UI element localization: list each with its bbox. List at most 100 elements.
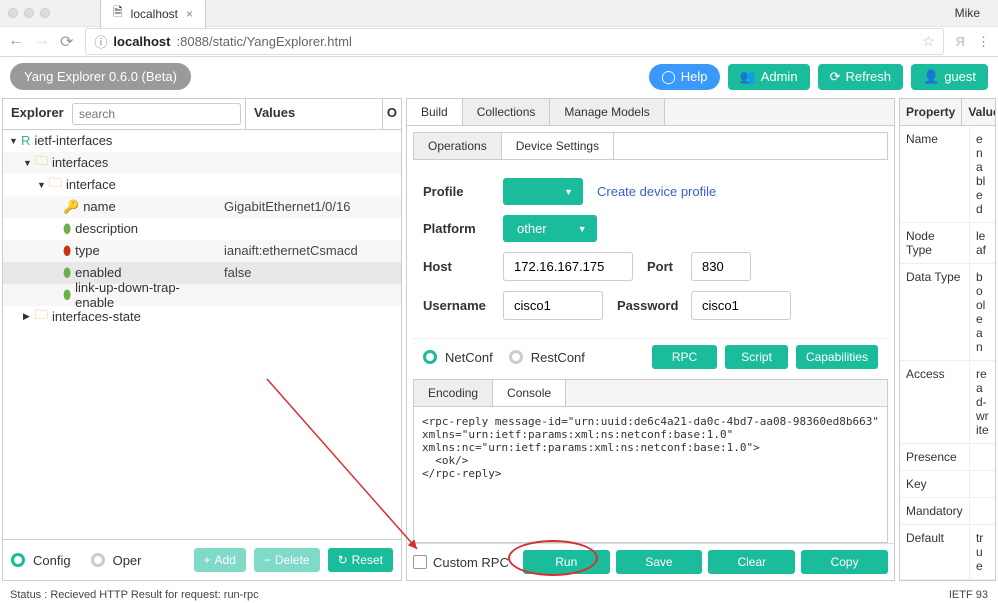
property-row: Presence <box>900 444 995 471</box>
tree-row[interactable]: 🔑nameGigabitEthernet1/0/16 <box>3 196 401 218</box>
script-button[interactable]: Script <box>725 345 788 369</box>
users-icon: 👥 <box>740 69 756 85</box>
oper-label: Oper <box>113 553 142 568</box>
run-button[interactable]: Run <box>523 550 610 574</box>
custom-rpc-checkbox[interactable] <box>413 555 427 569</box>
port-label: Port <box>647 259 677 274</box>
property-row: Defaulttrue <box>900 525 995 580</box>
bookmark-icon[interactable]: ☆ <box>922 33 935 50</box>
password-label: Password <box>617 298 677 313</box>
url-path: :8088/static/YangExplorer.html <box>177 34 352 49</box>
rpc-button[interactable]: RPC <box>652 345 717 369</box>
clear-button[interactable]: Clear <box>708 550 795 574</box>
build-panel: Build Collections Manage Models Operatio… <box>406 98 895 581</box>
refresh-button[interactable]: ⟳Refresh <box>818 64 903 90</box>
app-brand: Yang Explorer 0.6.0 (Beta) <box>10 63 191 90</box>
address-bar[interactable]: ⓘ localhost :8088/static/YangExplorer.htm… <box>85 28 943 55</box>
browser-tab[interactable]: 🗎 localhost × <box>100 0 206 28</box>
explorer-panel: Explorer Values O ▼Rietf-interfaces▼🗀int… <box>2 98 402 581</box>
col-values: Values <box>245 99 382 129</box>
port-input[interactable] <box>691 252 751 281</box>
netconf-radio[interactable] <box>423 350 437 364</box>
subtab-operations[interactable]: Operations <box>414 133 502 159</box>
profile-select[interactable] <box>503 178 583 205</box>
reset-button[interactable]: ↻Reset <box>328 548 393 572</box>
netconf-label: NetConf <box>445 350 493 365</box>
capabilities-button[interactable]: Capabilities <box>796 345 878 369</box>
tab-collections[interactable]: Collections <box>463 99 551 125</box>
profile-label: Profile <box>423 184 489 199</box>
app-header: Yang Explorer 0.6.0 (Beta) ◯Help 👥Admin … <box>0 57 998 96</box>
restconf-label: RestConf <box>531 350 585 365</box>
password-input[interactable] <box>691 291 791 320</box>
reset-icon: ↻ <box>338 553 348 567</box>
console-output[interactable]: <rpc-reply message-id="urn:uuid:de6c4a21… <box>413 407 888 543</box>
minus-icon: − <box>264 553 271 567</box>
reload-icon[interactable]: ⟳ <box>60 32 73 52</box>
config-radio[interactable] <box>11 553 25 567</box>
plus-icon: + <box>204 553 211 567</box>
property-row: Node Typeleaf <box>900 223 995 264</box>
copy-button[interactable]: Copy <box>801 550 888 574</box>
add-button[interactable]: +Add <box>194 548 246 572</box>
back-icon[interactable]: ← <box>8 32 24 52</box>
tree-row[interactable]: ▼🗀interfaces <box>3 152 401 174</box>
explorer-title: Explorer <box>3 99 68 129</box>
admin-button[interactable]: 👥Admin <box>728 64 810 90</box>
tree-row[interactable]: ▼🗀interface <box>3 174 401 196</box>
subtab-device-settings[interactable]: Device Settings <box>502 133 614 159</box>
restconf-radio[interactable] <box>509 350 523 364</box>
tree-row[interactable]: ⬮description <box>3 218 401 240</box>
tree-row[interactable]: ▶🗀interfaces-state <box>3 306 401 328</box>
ietf-label: IETF 93 <box>949 589 988 601</box>
tab-encoding[interactable]: Encoding <box>414 380 493 406</box>
info-icon: ⓘ <box>94 32 107 51</box>
col-op: O <box>382 99 401 129</box>
create-profile-link[interactable]: Create device profile <box>597 184 716 199</box>
browser-user[interactable]: Mike <box>955 6 990 20</box>
tab-console[interactable]: Console <box>493 380 566 406</box>
guest-button[interactable]: 👤guest <box>911 64 988 90</box>
property-row: Key <box>900 471 995 498</box>
close-icon[interactable]: × <box>186 7 193 21</box>
config-label: Config <box>33 553 71 568</box>
search-input[interactable] <box>72 103 241 125</box>
browser-chrome: 🗎 localhost × Mike ← → ⟳ ⓘ localhost :808… <box>0 0 998 57</box>
property-row: Nameenabled <box>900 126 995 223</box>
host-input[interactable] <box>503 252 633 281</box>
save-button[interactable]: Save <box>616 550 703 574</box>
help-button[interactable]: ◯Help <box>649 64 719 90</box>
status-bar: Status : Recieved HTTP Result for reques… <box>10 589 259 601</box>
user-icon: 👤 <box>923 69 939 85</box>
refresh-icon: ⟳ <box>830 69 841 85</box>
delete-button[interactable]: −Delete <box>254 548 320 572</box>
property-row: Pathietf-interfaces/interfaces/interface… <box>900 580 995 581</box>
platform-select[interactable]: other <box>503 215 597 242</box>
forward-icon[interactable]: → <box>34 32 50 52</box>
host-label: Host <box>423 259 489 274</box>
model-tree[interactable]: ▼Rietf-interfaces▼🗀interfaces▼🗀interface… <box>3 130 401 539</box>
tab-title: localhost <box>131 7 178 21</box>
tree-row[interactable]: ⬮typeianaift:ethernetCsmacd <box>3 240 401 262</box>
oper-radio[interactable] <box>91 553 105 567</box>
tab-build[interactable]: Build <box>407 99 463 125</box>
menu-icon[interactable]: ⋮ <box>977 34 990 50</box>
prop-header-value: Value <box>962 99 996 125</box>
github-icon: ◯ <box>661 69 676 85</box>
username-label: Username <box>423 298 489 313</box>
yandex-icon[interactable]: Я <box>956 34 965 49</box>
property-row: Accessread-write <box>900 361 995 444</box>
property-row: Data Typeboolean <box>900 264 995 361</box>
tab-manage[interactable]: Manage Models <box>550 99 664 125</box>
prop-header-name: Property <box>900 99 962 125</box>
tree-row[interactable]: ⬮link-up-down-trap-enable <box>3 284 401 306</box>
window-controls <box>8 8 50 18</box>
tree-row[interactable]: ▼Rietf-interfaces <box>3 130 401 152</box>
file-icon: 🗎 <box>113 3 123 24</box>
property-panel: Property Value NameenabledNode TypeleafD… <box>899 98 996 581</box>
custom-rpc-label: Custom RPC <box>433 555 509 570</box>
username-input[interactable] <box>503 291 603 320</box>
property-row: Mandatory <box>900 498 995 525</box>
url-host: localhost <box>113 34 170 49</box>
platform-label: Platform <box>423 221 489 236</box>
